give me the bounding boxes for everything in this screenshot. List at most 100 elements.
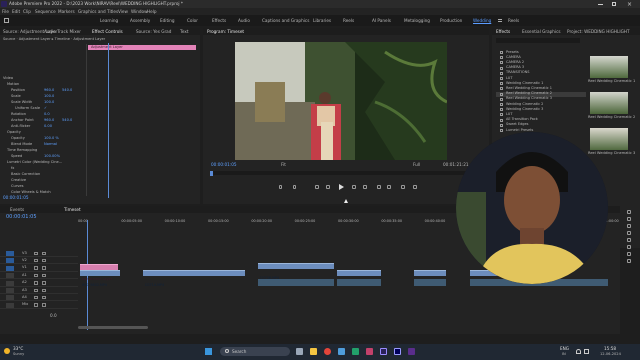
effect-value[interactable]: ✓ bbox=[44, 106, 47, 111]
razor-tool-icon[interactable] bbox=[627, 231, 631, 235]
menu-graphics[interactable]: Graphics and Titles bbox=[78, 9, 118, 14]
tab-effect-controls[interactable]: Effect Controls bbox=[92, 29, 123, 34]
preset-thumb[interactable] bbox=[590, 128, 628, 150]
effect-value[interactable]: 540.0 bbox=[62, 118, 72, 123]
eye-icon[interactable] bbox=[42, 288, 46, 292]
track-header[interactable]: A2 bbox=[0, 280, 78, 287]
fit-dropdown[interactable]: Fit bbox=[281, 162, 286, 167]
maximize-button[interactable] bbox=[612, 1, 616, 6]
selection-tool-icon[interactable] bbox=[627, 210, 631, 214]
track-target[interactable] bbox=[6, 280, 14, 286]
eye-icon[interactable] bbox=[42, 266, 46, 270]
clip-video[interactable]: C0736.MP4 bbox=[258, 263, 334, 280]
clip-video[interactable]: C0735.MP4 bbox=[337, 270, 381, 287]
tab-program[interactable]: Program: Timeset bbox=[207, 29, 244, 34]
export-frame-icon[interactable] bbox=[401, 185, 405, 189]
app-icon[interactable] bbox=[352, 348, 359, 355]
home-icon[interactable] bbox=[4, 18, 9, 23]
preset-thumb[interactable] bbox=[590, 92, 628, 114]
mark-out-icon[interactable] bbox=[293, 185, 296, 189]
menu-clip[interactable]: Clip bbox=[23, 9, 31, 14]
weather-icon[interactable] bbox=[4, 348, 10, 354]
eye-icon[interactable] bbox=[42, 258, 46, 263]
track-target[interactable] bbox=[6, 288, 14, 293]
lock-icon[interactable] bbox=[34, 281, 38, 285]
type-tool-icon[interactable] bbox=[627, 259, 631, 263]
audio-clip[interactable] bbox=[337, 279, 381, 286]
track-target[interactable] bbox=[6, 273, 14, 279]
quality-dropdown[interactable]: Full bbox=[413, 162, 420, 167]
taskview-icon[interactable] bbox=[296, 348, 303, 355]
lock-icon[interactable] bbox=[34, 251, 38, 255]
tab-audio-mixer[interactable]: Audio Track Mixer bbox=[44, 29, 81, 34]
tab-essential-graphics[interactable]: Essential Graphics bbox=[522, 29, 561, 34]
clip-video[interactable]: C0714.MP4 bbox=[143, 270, 245, 287]
pen-tool-icon[interactable] bbox=[627, 245, 631, 249]
effect-value[interactable]: 540.0 bbox=[62, 88, 72, 93]
menu-markers[interactable]: Markers bbox=[58, 9, 75, 14]
eye-icon[interactable] bbox=[42, 273, 46, 278]
lock-icon[interactable] bbox=[34, 266, 38, 270]
track-select-icon[interactable] bbox=[627, 217, 631, 221]
workspace-tab[interactable]: Learning bbox=[100, 18, 118, 23]
clip-video[interactable]: IMG_9802.MP4 bbox=[80, 270, 120, 287]
effect-value[interactable]: 960.0 bbox=[44, 88, 54, 93]
effect-value[interactable]: 0.00 bbox=[44, 124, 52, 129]
menu-file[interactable]: File bbox=[2, 9, 9, 14]
lock-icon[interactable] bbox=[34, 303, 38, 307]
track-header[interactable]: V2 bbox=[0, 257, 78, 265]
app-icon[interactable] bbox=[394, 348, 401, 355]
workspace-tab[interactable]: Production bbox=[440, 18, 462, 23]
workspace-tab[interactable]: Effects bbox=[212, 18, 226, 23]
app-icon[interactable] bbox=[408, 348, 415, 355]
workspace-tab[interactable]: Libraries bbox=[313, 18, 331, 23]
tab-source-yes[interactable]: Source: Yes Grad bbox=[136, 29, 171, 34]
hand-tool-icon[interactable] bbox=[627, 252, 631, 256]
workspace-tab-active[interactable]: Wedding bbox=[473, 18, 491, 23]
tab-timeset[interactable]: Timeset bbox=[64, 207, 81, 212]
workspace-tab[interactable]: Reels bbox=[343, 18, 354, 23]
go-to-out-icon[interactable] bbox=[363, 185, 367, 189]
track-target[interactable] bbox=[6, 295, 14, 301]
eye-icon[interactable] bbox=[42, 295, 46, 300]
lock-icon[interactable] bbox=[34, 295, 38, 300]
timeline-scrollbar[interactable] bbox=[78, 326, 148, 329]
track-target[interactable] bbox=[6, 265, 14, 271]
workspace-tab[interactable]: Metalogging bbox=[404, 18, 430, 23]
workspace-menu-icon[interactable] bbox=[498, 19, 502, 22]
track-header[interactable]: V1 bbox=[0, 265, 78, 272]
effect-value[interactable]: 100.0 bbox=[44, 100, 54, 105]
menu-view[interactable]: View bbox=[118, 9, 128, 14]
track-target[interactable] bbox=[6, 258, 14, 264]
workspace-tab[interactable]: Captions and Graphics bbox=[262, 18, 309, 23]
step-back-icon[interactable] bbox=[326, 185, 330, 189]
effect-value[interactable]: 960.0 bbox=[44, 118, 54, 123]
program-scrubber[interactable] bbox=[211, 171, 483, 175]
clip-video[interactable]: C0747.MP4 bbox=[414, 270, 446, 287]
track-header[interactable]: A3 bbox=[0, 287, 78, 294]
overwrite-icon[interactable] bbox=[387, 185, 391, 189]
effect-value[interactable]: 100.0 bbox=[44, 94, 54, 99]
explorer-icon[interactable] bbox=[310, 348, 317, 355]
lang-indicator[interactable]: ENG bbox=[560, 346, 569, 351]
program-playhead[interactable] bbox=[210, 171, 213, 176]
app-icon[interactable] bbox=[338, 348, 345, 355]
menu-window[interactable]: Window bbox=[131, 9, 148, 14]
ripple-tool-icon[interactable] bbox=[627, 224, 631, 228]
preset-thumb[interactable] bbox=[590, 56, 628, 78]
effect-value[interactable]: 100.00% bbox=[44, 154, 60, 159]
effect-value[interactable]: 100.0 % bbox=[44, 136, 59, 141]
insert-icon[interactable] bbox=[377, 185, 381, 189]
effect-value[interactable]: 0.0 bbox=[44, 112, 50, 117]
comparison-icon[interactable] bbox=[413, 185, 417, 189]
track-header[interactable]: A4 bbox=[0, 294, 78, 302]
eye-icon[interactable] bbox=[42, 281, 46, 285]
workspace-tab[interactable]: Audio bbox=[238, 18, 250, 23]
tab-text[interactable]: Text bbox=[180, 29, 188, 34]
lock-icon[interactable] bbox=[34, 288, 38, 292]
eye-icon[interactable] bbox=[42, 251, 46, 255]
workspace-tab[interactable]: Color bbox=[187, 18, 198, 23]
audio-clip[interactable] bbox=[414, 279, 446, 286]
workspace-tab[interactable]: AI Panels bbox=[372, 18, 391, 23]
lock-icon[interactable] bbox=[34, 273, 38, 278]
